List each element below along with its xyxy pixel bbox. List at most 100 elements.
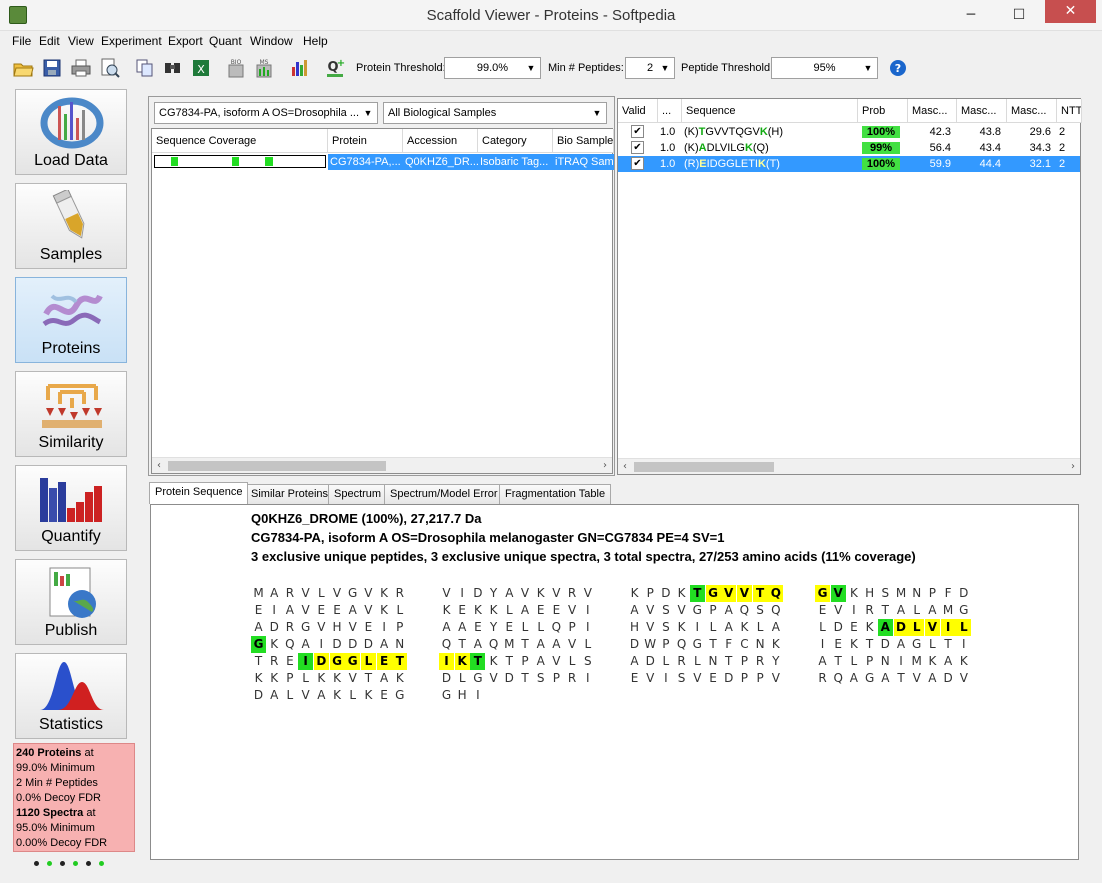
summary-line: 2 Min # Peptides [16, 777, 98, 789]
residue: D [363, 637, 374, 651]
sidebar-item-samples[interactable]: Samples [15, 183, 127, 269]
scroll-thumb[interactable] [634, 462, 774, 472]
valid-checkbox[interactable]: ✔ [631, 141, 644, 154]
close-button[interactable]: ✕ [1045, 0, 1096, 23]
tab-protein-sequence[interactable]: Protein Sequence [149, 482, 249, 504]
valid-checkbox[interactable]: ✔ [631, 125, 644, 138]
export-excel-icon[interactable]: X [190, 57, 212, 79]
min-peptides-select[interactable]: 2 ▼ [625, 57, 675, 79]
scroll-left-icon[interactable]: ‹ [152, 458, 166, 474]
col-mascot-3[interactable]: Masc... [1007, 99, 1057, 123]
save-icon[interactable] [41, 57, 63, 79]
protein-table-scrollbar[interactable]: ‹ › [152, 457, 612, 473]
peptide-threshold-select[interactable]: 95% ▼ [771, 57, 878, 79]
maximize-button[interactable]: ☐ [996, 1, 1042, 29]
col-bio-sample[interactable]: Bio Sample [553, 129, 614, 153]
prob-cell: 100% [858, 124, 908, 140]
valid-checkbox[interactable]: ✔ [631, 157, 644, 170]
help-icon[interactable]: ? [888, 58, 908, 78]
quantify-icon [40, 478, 102, 522]
find-icon[interactable] [162, 57, 184, 79]
table-row[interactable]: CG7834-PA,... Q0KHZ6_DR... Isobaric Tag.… [152, 154, 614, 170]
copy-icon[interactable] [134, 57, 156, 79]
open-icon[interactable] [12, 57, 34, 79]
status-dot [73, 861, 78, 866]
menu-export[interactable]: Export [167, 31, 204, 52]
sidebar-item-proteins[interactable]: Proteins [15, 277, 127, 363]
residue: H [865, 586, 875, 600]
tab-spectrum-model-error[interactable]: Spectrum/Model Error [384, 484, 504, 504]
col-protein[interactable]: Protein [328, 129, 403, 153]
menu-edit[interactable]: Edit [38, 31, 61, 52]
tab-fragmentation-table[interactable]: Fragmentation Table [499, 484, 612, 504]
status-dots [34, 856, 114, 866]
protein-threshold-label: Protein Threshold: [356, 62, 446, 74]
col-sequence[interactable]: Sequence [682, 99, 858, 123]
menu-file[interactable]: File [11, 31, 32, 52]
mascot-cell: 43.4 [979, 142, 1001, 154]
menu-window[interactable]: Window [249, 31, 294, 52]
col-valid[interactable]: Valid [618, 99, 658, 123]
col-mascot-1[interactable]: Masc... [908, 99, 957, 123]
table-row[interactable]: ✔ 1.0 (R)EIDGGLETIK(T) 100% 59.9 44.4 32.1 2 [618, 156, 1080, 172]
scroll-thumb[interactable] [168, 461, 386, 471]
residue: R [285, 620, 295, 634]
sequence-part: IDGGLETI [706, 158, 758, 170]
col-accession[interactable]: Accession [403, 129, 478, 153]
residue: L [709, 620, 717, 634]
covered-residue: G [705, 585, 721, 602]
col-mascot-2[interactable]: Masc... [957, 99, 1007, 123]
peptide-threshold-value: 95% [813, 62, 836, 74]
sequence-part: (Q) [752, 142, 769, 154]
residue: A [630, 603, 639, 617]
residue: D [645, 654, 655, 668]
residue: Y [489, 620, 498, 634]
scroll-right-icon[interactable]: › [598, 458, 612, 474]
residue: F [944, 586, 952, 600]
sidebar-item-statistics[interactable]: Statistics [15, 653, 127, 739]
residue: L [396, 603, 404, 617]
table-row[interactable]: ✔ 1.0 (K)ADLVILGK(Q) 99% 56.4 43.4 34.3 2 [618, 140, 1080, 156]
protein-select[interactable]: CG7834-PA, isoform A OS=Drosophila ... ▼ [154, 102, 378, 124]
print-preview-icon[interactable] [99, 57, 121, 79]
scroll-left-icon[interactable]: ‹ [618, 459, 632, 475]
tab-spectrum[interactable]: Spectrum [328, 484, 388, 504]
tab-similar-proteins[interactable]: Similar Proteins [245, 484, 335, 504]
col-category[interactable]: Category [478, 129, 553, 153]
residue: I [476, 688, 480, 702]
covered-residue: T [392, 653, 408, 670]
col-ntt[interactable]: NTT [1057, 99, 1082, 123]
bio-export-icon[interactable]: BIO [225, 57, 247, 79]
residue: A [270, 586, 279, 600]
ms-export-icon[interactable]: MS [253, 57, 275, 79]
residue: E [709, 671, 717, 685]
peptide-table-scrollbar[interactable]: ‹ › [618, 458, 1080, 474]
menu-view[interactable]: View [67, 31, 95, 52]
print-icon[interactable] [70, 57, 92, 79]
minimize-button[interactable]: ─ [948, 1, 994, 29]
residue: D [724, 671, 734, 685]
menu-experiment[interactable]: Experiment [100, 31, 163, 52]
accession-cell: Q0KHZ6_DR... [403, 154, 478, 170]
bar-chart-icon[interactable] [289, 57, 311, 79]
mascot-cell: 32.1 [1029, 158, 1051, 170]
quant-add-icon[interactable]: Q+ [324, 57, 346, 79]
sample-select[interactable]: All Biological Samples ▼ [383, 102, 607, 124]
scroll-right-icon[interactable]: › [1066, 459, 1080, 475]
menu-quant[interactable]: Quant [208, 31, 243, 52]
sidebar-item-label: Load Data [34, 152, 108, 169]
sequence-cell: (K)ADLVILGK(Q) [682, 140, 858, 156]
sidebar-item-similarity[interactable]: Similarity [15, 371, 127, 457]
protein-threshold-select[interactable]: 99.0% ▼ [444, 57, 541, 79]
col-multiplier[interactable]: ... [658, 99, 682, 123]
residue: L [584, 637, 592, 651]
covered-residue: I [298, 653, 314, 670]
sidebar-item-load-data[interactable]: Load Data [15, 89, 127, 175]
col-prob[interactable]: Prob [858, 99, 908, 123]
sidebar-item-quantify[interactable]: Quantify [15, 465, 127, 551]
sidebar-item-publish[interactable]: Publish [15, 559, 127, 645]
menu-help[interactable]: Help [302, 31, 329, 52]
col-sequence-coverage[interactable]: Sequence Coverage [152, 129, 328, 153]
table-row[interactable]: ✔ 1.0 (K)TGVVTQGVK(H) 100% 42.3 43.8 29.6 2 [618, 124, 1080, 140]
summary-line: 95.0% Minimum [16, 822, 95, 834]
